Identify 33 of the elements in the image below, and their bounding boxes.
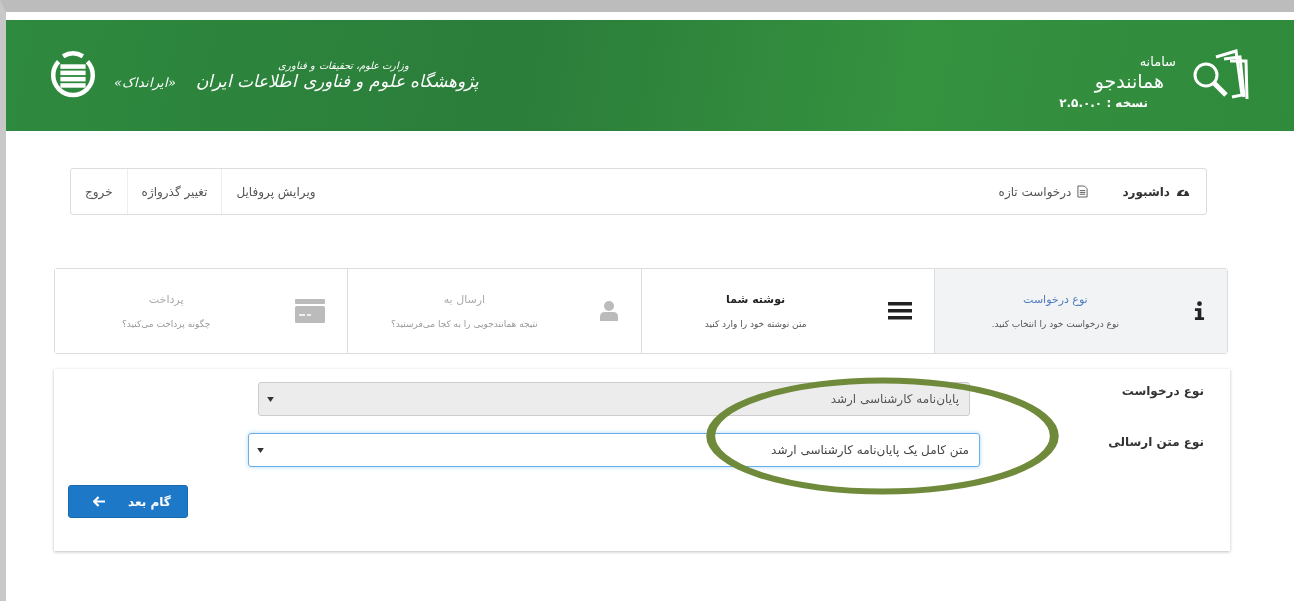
dashboard-link[interactable]: داشبورد [1102,169,1206,214]
step-title: نوع درخواست [1023,293,1088,306]
institute-name: پژوهشگاه علوم و فناوری اطلاعات ایران [195,71,479,91]
step-title: پرداخت [148,293,184,306]
field-label: نوع متن ارسالی [1107,434,1204,449]
system-name: همانندجو [1094,70,1164,94]
info-icon [1194,301,1205,321]
institute-short-name: «ایرانداک» [114,75,176,90]
ministry-name: وزارت علوم، تحقیقات و فناوری [278,60,409,71]
credit-card-icon [295,299,326,323]
nav-link[interactable]: ویرایش پروفایل [221,169,330,214]
system-label: سامانه [1139,54,1176,71]
dropdown: پایان‌نامه کارشناسی ارشد [258,382,970,416]
step-subtitle: نتیجه همانندجویی را به کجا می‌فرستید؟ [390,319,538,329]
step-subtitle: نوع درخواست خود را انتخاب کنید. [991,319,1120,329]
step-title: نوشته شما [726,293,786,306]
user-icon [598,300,619,322]
nav-link[interactable]: خروج [71,169,127,214]
field-label: نوع درخواست [1120,383,1204,398]
document-icon [1077,185,1089,198]
wizard-step[interactable]: نوع درخواست نوع درخواست خود را انتخاب کنید. [933,269,1227,353]
nav-link[interactable]: تغییر گذرواژه [126,169,222,214]
dropdown[interactable]: متن کامل یک پایان‌نامه کارشناسی ارشد [248,433,980,467]
step-title: ارسال به [443,293,486,306]
arrow-icon [93,496,106,507]
step-subtitle: متن نوشته خود را وارد کنید [704,319,807,329]
caret-icon [257,447,264,453]
menu-icon [887,301,912,321]
caret-icon [267,396,274,402]
next-button[interactable]: گام بعد [68,485,188,518]
step-subtitle: چگونه پرداخت می‌کنید؟ [122,319,211,329]
version-label: نسخه : ۲.۵.۰.۰ [1059,96,1148,111]
nav-link[interactable]: درخواست تازه [984,169,1103,214]
